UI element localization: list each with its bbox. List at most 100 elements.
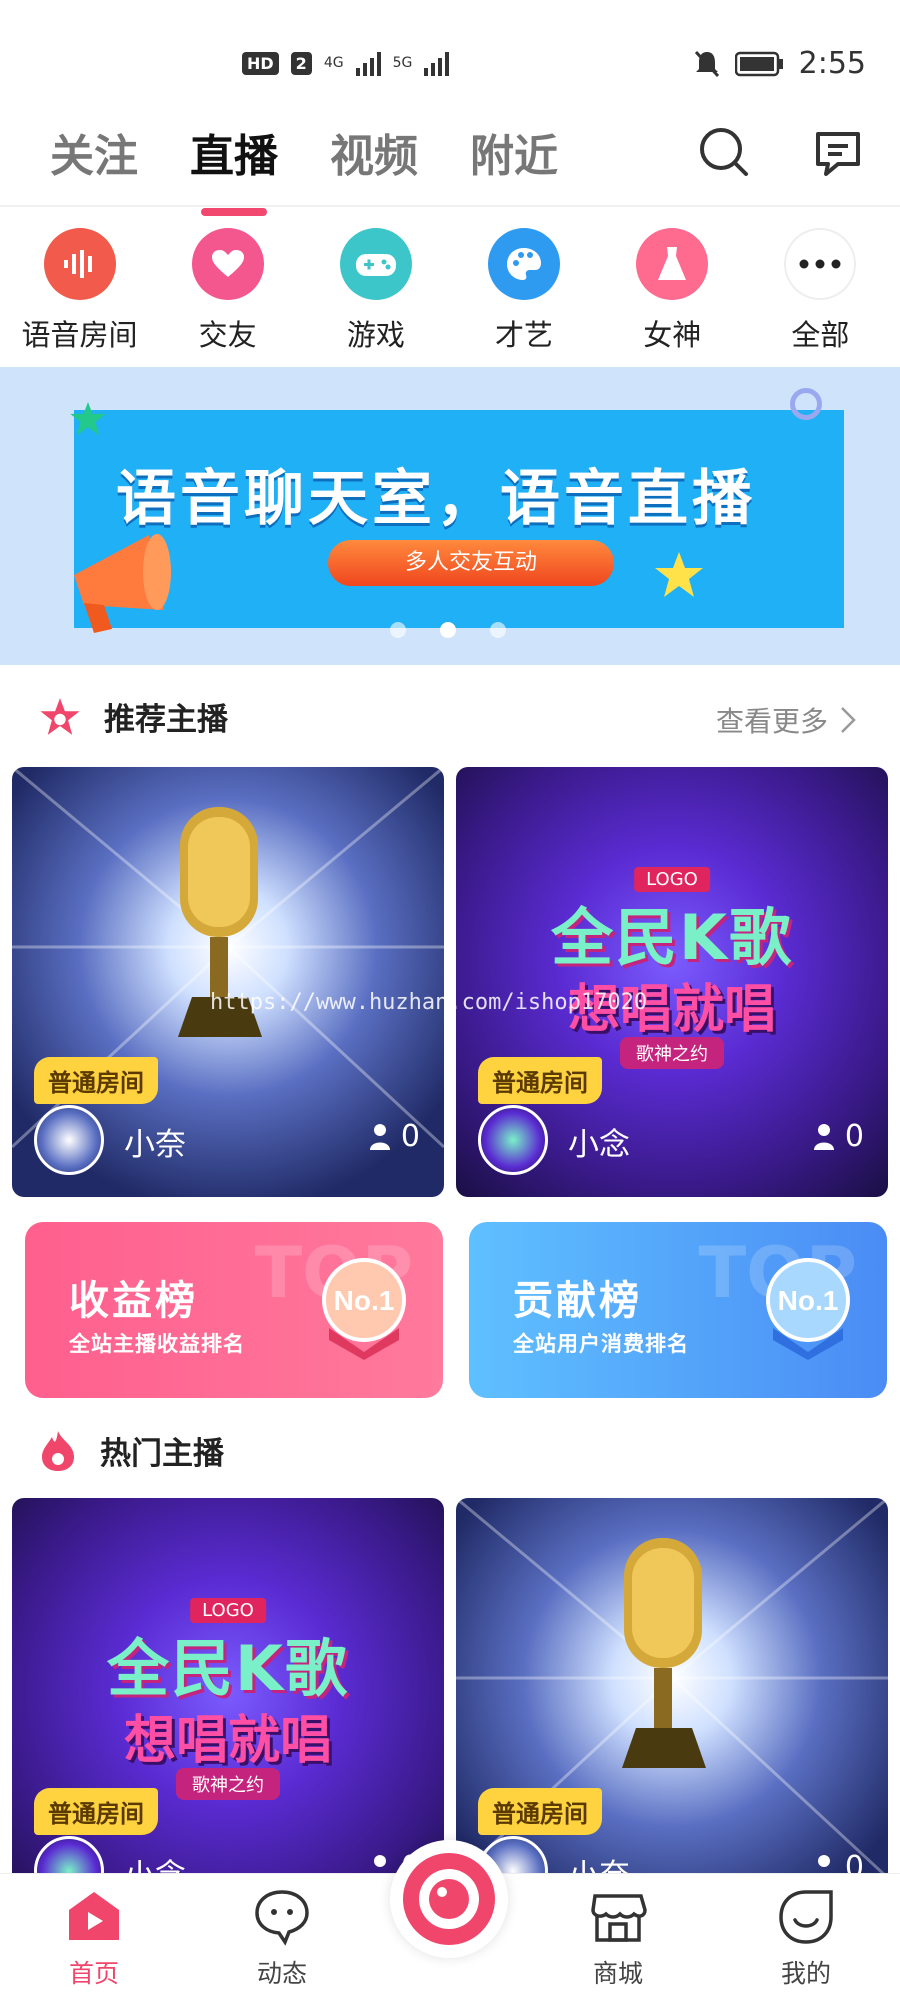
store-icon <box>591 1894 647 1942</box>
banner-slide[interactable]: 语音聊天室，语音直播 多人交友互动 <box>74 410 844 633</box>
section-title: 推荐主播 <box>104 702 228 738</box>
sim-badge: 2 <box>290 51 312 75</box>
hot-header: 热门主播 <box>38 1428 224 1473</box>
streamer-card[interactable]: 普通房间 小奈 0 <box>456 1498 888 1928</box>
section-title: 热门主播 <box>100 1436 224 1472</box>
nav-label: 商城 <box>592 1959 643 1988</box>
tab-video[interactable]: 视频 <box>330 120 418 184</box>
camera-lens-icon <box>403 1853 495 1945</box>
medal-icon: No.1 <box>766 1258 850 1360</box>
status-bar: HD 2 4G 5G 2:55 <box>0 0 900 100</box>
category-label: 交友 <box>198 318 257 352</box>
rank-subtitle: 全站主播收益排名 <box>69 1332 245 1356</box>
room-badge: 普通房间 <box>478 1057 602 1104</box>
rank-title: 贡献榜 <box>513 1278 642 1324</box>
avatar <box>478 1105 548 1175</box>
streamer-name: 小奈 <box>124 1127 186 1163</box>
dress-icon <box>636 228 709 300</box>
tab-nearby[interactable]: 附近 <box>470 120 558 184</box>
nav-label: 我的 <box>780 1959 831 1988</box>
category-voice-room[interactable]: 语音房间 <box>12 228 147 354</box>
category-label: 才艺 <box>495 318 554 352</box>
header-divider <box>0 205 900 207</box>
signal-icon <box>355 50 381 76</box>
megaphone-icon <box>74 534 171 633</box>
star-icon <box>40 697 80 735</box>
category-label: 游戏 <box>346 318 405 352</box>
avatar <box>34 1105 104 1175</box>
person-icon <box>369 1123 390 1150</box>
ktv-tagline: 歌神之约 <box>620 1037 724 1069</box>
medal-text: No.1 <box>334 1285 395 1316</box>
room-badge: 普通房间 <box>34 1788 158 1835</box>
hd-badge: HD <box>242 51 279 75</box>
ktv-subtitle: 想唱就唱 <box>123 1711 332 1771</box>
category-friends[interactable]: 交友 <box>160 228 295 354</box>
viewer-count: 0 <box>813 1119 864 1154</box>
rank-title: 收益榜 <box>69 1278 198 1324</box>
category-goddess[interactable]: 女神 <box>605 228 740 354</box>
medal-text: No.1 <box>778 1285 839 1316</box>
streamer-name: 小念 <box>568 1127 630 1163</box>
ktv-title: 全民K歌 <box>550 901 794 974</box>
category-row: 语音房间 交友 游戏 才艺 女神 全部 <box>0 228 900 354</box>
category-games[interactable]: 游戏 <box>308 228 443 354</box>
message-icon[interactable] <box>810 124 866 180</box>
contribution-rank-card[interactable]: TOP 贡献榜 全站用户消费排名 No.1 <box>469 1222 887 1398</box>
category-talent[interactable]: 才艺 <box>457 228 592 354</box>
nav-label: 动态 <box>256 1959 307 1988</box>
chat-bubble-icon <box>255 1890 309 1946</box>
status-right: 2:55 <box>693 46 866 81</box>
ktv-title: 全民K歌 <box>106 1632 350 1705</box>
nav-label: 首页 <box>68 1959 119 1988</box>
clock: 2:55 <box>798 46 866 81</box>
go-live-button[interactable] <box>390 1840 508 1958</box>
banner-dot[interactable] <box>490 622 506 638</box>
voice-wave-icon <box>43 228 116 300</box>
tab-follow[interactable]: 关注 <box>50 120 138 184</box>
person-icon <box>813 1123 834 1150</box>
heart-icon <box>191 228 264 300</box>
viewer-count: 0 <box>369 1119 420 1154</box>
rank-subtitle: 全站用户消费排名 <box>513 1332 689 1356</box>
more-dots-icon <box>784 228 857 300</box>
star-icon <box>655 552 703 597</box>
room-badge: 普通房间 <box>478 1788 602 1835</box>
category-all[interactable]: 全部 <box>753 228 888 354</box>
viewer-count-value: 0 <box>844 1119 864 1154</box>
signal-icon-2 <box>424 50 450 76</box>
battery-icon <box>734 51 783 76</box>
nav-feed[interactable]: 动态 <box>222 1888 342 1990</box>
category-label: 女神 <box>643 318 702 352</box>
earnings-rank-card[interactable]: TOP 收益榜 全站主播收益排名 No.1 <box>25 1222 443 1398</box>
ktv-tagline: 歌神之约 <box>176 1768 280 1800</box>
streamer-card[interactable]: LOGO 全民K歌 想唱就唱 歌神之约 普通房间 小念 0 <box>12 1498 444 1928</box>
nav-profile[interactable]: 我的 <box>746 1888 866 1990</box>
network-indicators: HD 2 4G 5G <box>242 50 450 76</box>
nav-home[interactable]: 首页 <box>34 1888 154 1990</box>
banner-dots <box>390 622 506 638</box>
chevron-right-icon <box>841 707 856 733</box>
top-tabs: 关注 直播 视频 附近 <box>50 120 558 184</box>
streamer-card[interactable]: 普通房间 小奈 0 <box>12 767 444 1197</box>
star-deco-icon <box>70 401 106 436</box>
medal-icon: No.1 <box>322 1258 406 1360</box>
view-more-label: 查看更多 <box>715 705 828 738</box>
net1-label: 4G <box>323 55 344 71</box>
banner-dot-active[interactable] <box>440 622 456 638</box>
view-more-link[interactable]: 查看更多 <box>716 700 856 740</box>
search-icon[interactable] <box>696 124 752 180</box>
nav-store[interactable]: 商城 <box>558 1888 678 1990</box>
banner-dot[interactable] <box>390 622 406 638</box>
streamer-card[interactable]: LOGO 全民K歌 想唱就唱 歌神之约 普通房间 小念 0 <box>456 767 888 1197</box>
gamepad-icon <box>339 228 412 300</box>
banner-pill: 多人交友互动 <box>328 540 614 586</box>
tab-live[interactable]: 直播 <box>190 120 278 184</box>
flame-icon <box>42 1430 74 1471</box>
net2-label: 5G <box>392 55 413 71</box>
palette-icon <box>488 228 561 300</box>
banner-title: 语音聊天室，语音直播 <box>116 464 756 534</box>
home-play-icon <box>69 1892 119 1940</box>
recommended-header: 推荐主播 <box>38 694 228 739</box>
smile-profile-icon <box>779 1890 833 1944</box>
